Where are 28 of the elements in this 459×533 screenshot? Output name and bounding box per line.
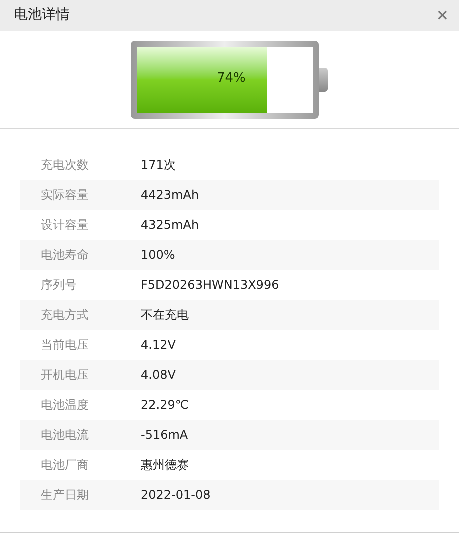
info-value: 171次: [141, 157, 176, 174]
info-value: 4.08V: [141, 367, 176, 384]
info-label: 实际容量: [40, 187, 90, 204]
info-label: 电池寿命: [40, 247, 90, 264]
info-label: 充电方式: [40, 307, 90, 324]
info-value: 2022-01-08: [141, 487, 211, 504]
info-value: 100%: [141, 247, 176, 264]
info-value: 22.29℃: [141, 397, 189, 414]
info-label: 电池厂商: [40, 457, 90, 474]
info-label: 设计容量: [40, 217, 90, 234]
info-value: 不在充电: [141, 307, 189, 324]
window-title: 电池详情: [14, 6, 70, 25]
info-value: 4423mAh: [141, 187, 200, 204]
close-button[interactable]: ×: [434, 8, 451, 23]
info-value: 惠州德赛: [141, 457, 189, 474]
info-value: 4.12V: [141, 337, 176, 354]
info-label: 电池温度: [40, 397, 90, 414]
info-label: 充电次数: [40, 157, 90, 174]
info-label: 当前电压: [40, 337, 90, 354]
info-value: -516mA: [141, 427, 188, 444]
info-value: 4325mAh: [141, 217, 200, 234]
battery-percentage: 74%: [217, 70, 246, 88]
info-label: 电池电流: [40, 427, 90, 444]
battery-terminal: [319, 68, 328, 92]
info-label: 序列号: [40, 277, 78, 294]
info-label: 生产日期: [40, 487, 90, 504]
info-value: F5D20263HWN13X996: [141, 277, 280, 294]
info-label: 开机电压: [40, 367, 90, 384]
